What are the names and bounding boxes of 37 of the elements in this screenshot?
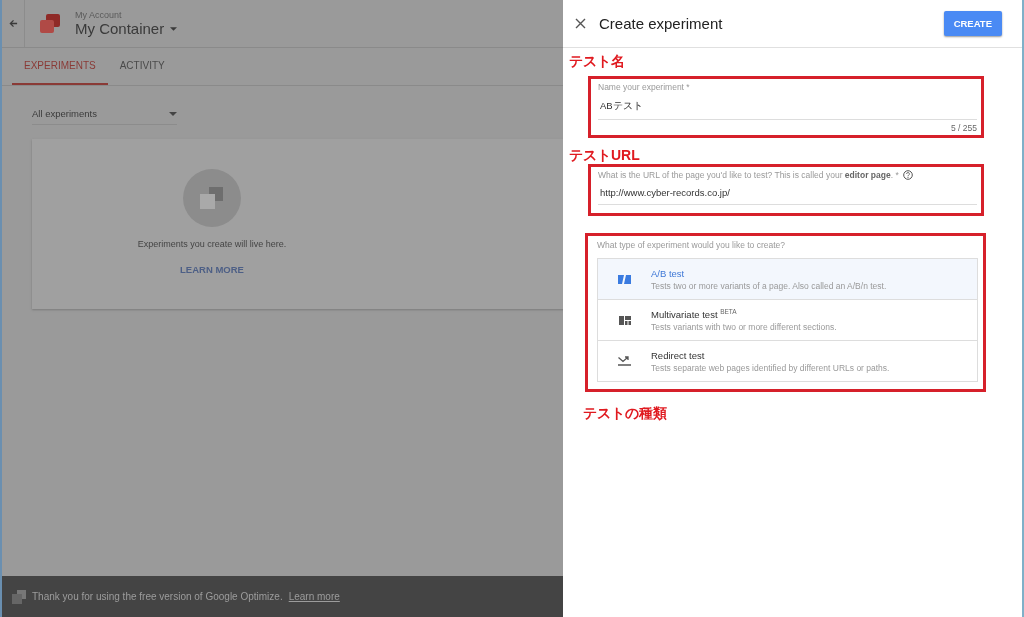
field-label: Name your experiment *: [598, 82, 691, 92]
footer-message: Thank you for using the free version of Google Optimize.: [32, 591, 283, 602]
tab[interactable]: EXPERIMENTS: [12, 48, 108, 85]
editor-page-url-field[interactable]: http://www.cyber-records.co.jp/: [598, 180, 977, 205]
experiment-name-field[interactable]: ABテスト: [598, 92, 977, 120]
dropdown-caret-icon[interactable]: [170, 26, 178, 31]
back-arrow-icon[interactable]: [8, 19, 18, 28]
character-counter: 5 / 255: [950, 123, 977, 133]
empty-state-message: Experiments you create will live here.: [137, 239, 287, 249]
experiments-placeholder-icon: [183, 169, 241, 227]
field-label: What type of experiment would you like to create?: [597, 240, 787, 250]
field-label: What is the URL of the page you'd like to test? This is called your editor page. *: [598, 170, 899, 180]
grid-blocks-icon: [618, 315, 631, 325]
option-description: Tests separate web pages identified by different URLs or paths.: [651, 362, 890, 373]
redirect-arrow-icon: [618, 356, 631, 366]
tab[interactable]: ACTIVITY: [107, 48, 177, 85]
experiments-filter-dropdown[interactable]: All experiments: [32, 108, 177, 125]
annotation-label: テストURL: [569, 146, 641, 164]
help-icon[interactable]: [902, 170, 913, 180]
ab-test-icon: [618, 274, 631, 284]
close-icon[interactable]: [575, 18, 586, 29]
annotation-label: テスト名: [569, 52, 626, 70]
option-title: Redirect test: [651, 349, 706, 361]
panel-title: Create experiment: [599, 15, 724, 32]
option-title: Multivariate test $^{BETA}$: [651, 307, 738, 321]
container-name[interactable]: My Container: [75, 20, 165, 37]
footer-learn-more-link[interactable]: Learn more: [288, 591, 340, 602]
dropdown-caret-icon[interactable]: [169, 111, 177, 116]
stacked-squares-icon: [12, 589, 26, 604]
annotation-label: テストの種類: [583, 404, 668, 422]
stacked-squares-logo-icon: [39, 13, 61, 34]
option-title: A/B test: [651, 267, 686, 279]
option-description: Tests two or more variants of a page. Also called an A/B/n test.: [651, 280, 887, 291]
option-description: Tests variants with two or more different sections.: [651, 322, 837, 333]
create-button[interactable]: CREATE: [943, 11, 1002, 36]
learn-more-link[interactable]: LEARN MORE: [180, 264, 244, 275]
experiment-type-option[interactable]: A/B test Tests two or more variants of a page. Also called an A/B/n test.: [598, 259, 977, 300]
